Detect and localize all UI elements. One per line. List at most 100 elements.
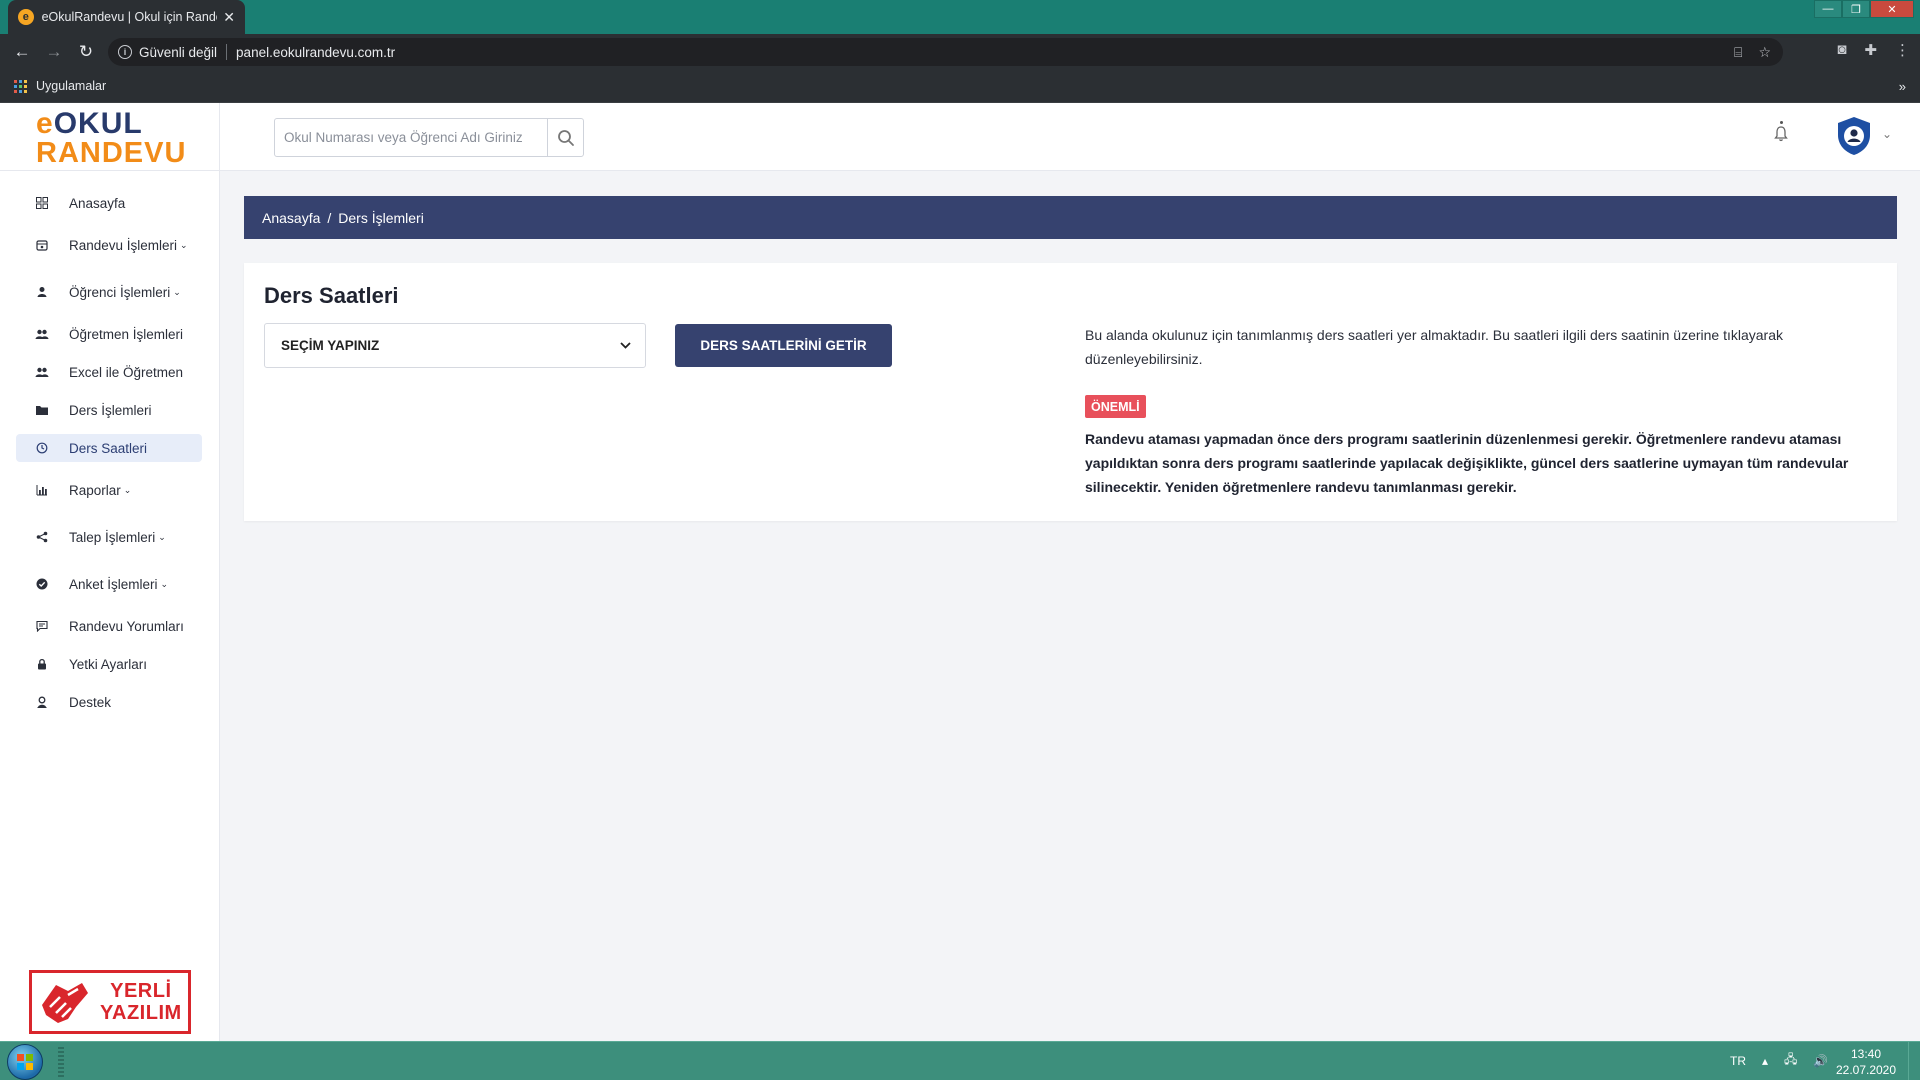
sidebar-item-ders-saatleri[interactable]: Ders Saatleri: [16, 434, 202, 462]
sidebar-item-label: Raporlar: [69, 482, 121, 498]
sidebar-item-anket-islemleri[interactable]: Anket İşlemleri ⌄: [16, 570, 202, 598]
reload-icon[interactable]: ↻: [70, 42, 102, 62]
breadcrumb: Anasayfa / Ders İşlemleri: [244, 196, 1897, 239]
sidebar-item-label: Anasayfa: [69, 195, 126, 211]
select-value: SEÇİM YAPINIZ: [281, 338, 380, 353]
school-select[interactable]: SEÇİM YAPINIZ: [264, 323, 646, 368]
sidebar-item-label: Anket İşlemleri: [69, 576, 158, 592]
volume-icon[interactable]: 🔊: [1813, 1054, 1828, 1068]
sidebar-item-label: Destek: [69, 694, 112, 710]
info-text: Bu alanda okulunuz için tanımlanmış ders…: [1085, 327, 1784, 367]
minimize-icon[interactable]: —: [1814, 0, 1842, 18]
logo-okul: OKUL: [53, 107, 143, 140]
back-arrow-icon[interactable]: ←: [6, 42, 38, 62]
search-input[interactable]: [275, 119, 547, 156]
tray-expand-icon[interactable]: ▴: [1762, 1054, 1768, 1068]
menu-kebab-icon[interactable]: ⋮: [1895, 41, 1910, 59]
address-bar[interactable]: i Güvenli değil panel.eokulrandevu.com.t…: [108, 38, 1783, 66]
sidebar-item-label: Ders Saatleri: [69, 440, 148, 456]
forward-arrow-icon[interactable]: →: [38, 42, 70, 62]
badge-line-1: YERLİ: [110, 980, 172, 1002]
support-icon: [35, 695, 49, 709]
page-title: Ders Saatleri: [264, 283, 399, 308]
clock-icon: [35, 441, 49, 455]
site-favicon-icon: e: [18, 9, 34, 25]
os-taskbar: TR ▴ 🖧 🔊 13:40 22.07.2020: [0, 1041, 1920, 1080]
sidebar-item-label: Yetki Ayarları: [69, 656, 148, 672]
sidebar-item-label: Randevu İşlemleri: [69, 237, 178, 253]
language-indicator[interactable]: TR: [1730, 1054, 1746, 1068]
breadcrumb-home-link[interactable]: Anasayfa: [262, 210, 320, 226]
star-icon[interactable]: ☆: [1758, 44, 1771, 61]
chevron-down-icon: ⌄: [158, 531, 166, 542]
tab-close-icon[interactable]: ✕: [223, 9, 235, 26]
get-lesson-hours-button[interactable]: DERS SAATLERİNİ GETİR: [675, 324, 892, 367]
chevron-down-icon: [620, 342, 631, 349]
sidebar-item-randevu-islemleri[interactable]: Randevu İşlemleri ⌄: [16, 231, 202, 259]
toolbar-actions: ◙ ✚ ⋮: [1837, 41, 1910, 59]
omnibox-divider: [226, 44, 228, 60]
sidebar-item-anasayfa[interactable]: Anasayfa: [16, 189, 202, 217]
windows-logo-icon: [17, 1054, 33, 1070]
sidebar-item-destek[interactable]: Destek: [16, 688, 202, 716]
sidebar-item-label: Excel ile Öğretmen: [69, 364, 184, 380]
browser-tab[interactable]: e eOkulRandevu | Okul için Randevu Siste…: [8, 0, 245, 34]
show-desktop-button[interactable]: [1908, 1042, 1920, 1080]
logo[interactable]: eOKUL RANDEVU: [0, 103, 220, 171]
bell-icon[interactable]: [1774, 125, 1788, 142]
taskbar-clock[interactable]: 13:40 22.07.2020: [1834, 1046, 1898, 1078]
camera-icon[interactable]: ◙: [1837, 41, 1846, 59]
translate-icon[interactable]: ⌸: [1734, 44, 1742, 61]
search-box: [274, 118, 584, 157]
warning-text: Randevu ataması yapmadan önce ders progr…: [1085, 431, 1849, 495]
omnibox-actions: ⌸ ☆: [1734, 44, 1771, 61]
handshake-icon: [42, 983, 88, 1023]
sidebar-item-ogrenci-islemleri[interactable]: Öğrenci İşlemleri ⌄: [16, 278, 202, 306]
sidebar-item-talep-islemleri[interactable]: Talep İşlemleri ⌄: [16, 523, 202, 551]
info-icon[interactable]: i: [118, 45, 132, 59]
users-icon: [35, 327, 49, 341]
browser-titlebar: e eOkulRandevu | Okul için Randevu Siste…: [0, 0, 1920, 34]
system-tray: TR ▴ 🖧 🔊: [1730, 1050, 1828, 1071]
sidebar-item-ogretmen-islemleri[interactable]: Öğretmen İşlemleri: [16, 320, 202, 348]
clock-time: 13:40: [1850, 1047, 1882, 1061]
dashboard-icon: [35, 196, 49, 210]
important-badge: ÖNEMLİ: [1085, 395, 1146, 418]
network-icon[interactable]: 🖧: [1784, 1050, 1797, 1071]
sidebar-item-yetki-ayarlari[interactable]: Yetki Ayarları: [16, 650, 202, 678]
bookmark-apps[interactable]: Uygulamalar: [36, 79, 106, 93]
chevron-down-icon: ⌄: [160, 578, 169, 589]
share-icon: [35, 530, 49, 544]
bookmarks-more-icon[interactable]: »: [1899, 79, 1906, 94]
url-text: panel.eokulrandevu.com.tr: [236, 44, 396, 60]
check-circle-icon: [35, 577, 49, 591]
chevron-down-icon[interactable]: ⌄: [1882, 127, 1892, 141]
sidebar-item-label: Öğretmen İşlemleri: [69, 326, 184, 342]
chevron-down-icon: ⌄: [180, 239, 188, 250]
apps-grid-icon[interactable]: [14, 79, 27, 93]
bar-chart-icon: [35, 483, 49, 497]
folder-icon: [35, 403, 49, 417]
breadcrumb-separator: /: [327, 209, 332, 226]
sidebar-item-ders-islemleri[interactable]: Ders İşlemleri: [16, 396, 202, 424]
window-close-icon[interactable]: ✕: [1870, 0, 1914, 18]
sidebar: Anasayfa Randevu İşlemleri ⌄ Öğrenci İşle…: [0, 171, 220, 1041]
extensions-icon[interactable]: ✚: [1864, 41, 1877, 59]
start-button[interactable]: [7, 1044, 43, 1080]
browser-toolbar: ← → ↻ i Güvenli değil panel.eokulrandevu…: [0, 34, 1920, 70]
sidebar-item-raporlar[interactable]: Raporlar ⌄: [16, 476, 202, 504]
search-icon: [557, 129, 574, 146]
security-label: Güvenli değil: [139, 44, 218, 60]
taskbar-grip: [58, 1047, 64, 1077]
user-shield-avatar-icon[interactable]: [1836, 116, 1872, 156]
sidebar-item-randevu-yorumlari[interactable]: Randevu Yorumları: [16, 612, 202, 640]
sidebar-item-excel-ile-ogretmen[interactable]: Excel ile Öğretmen: [16, 358, 202, 386]
chevron-down-icon: ⌄: [173, 286, 181, 297]
user-icon: [35, 285, 49, 299]
search-button[interactable]: [547, 119, 583, 156]
maximize-icon[interactable]: ❐: [1842, 0, 1870, 18]
tab-title: eOkulRandevu | Okul için Randevu Sistemi: [41, 10, 218, 24]
sidebar-item-label: Talep İşlemleri: [69, 529, 156, 545]
app-header: eOKUL RANDEVU ⌄: [0, 103, 1920, 171]
clock-date: 22.07.2020: [1835, 1063, 1897, 1077]
